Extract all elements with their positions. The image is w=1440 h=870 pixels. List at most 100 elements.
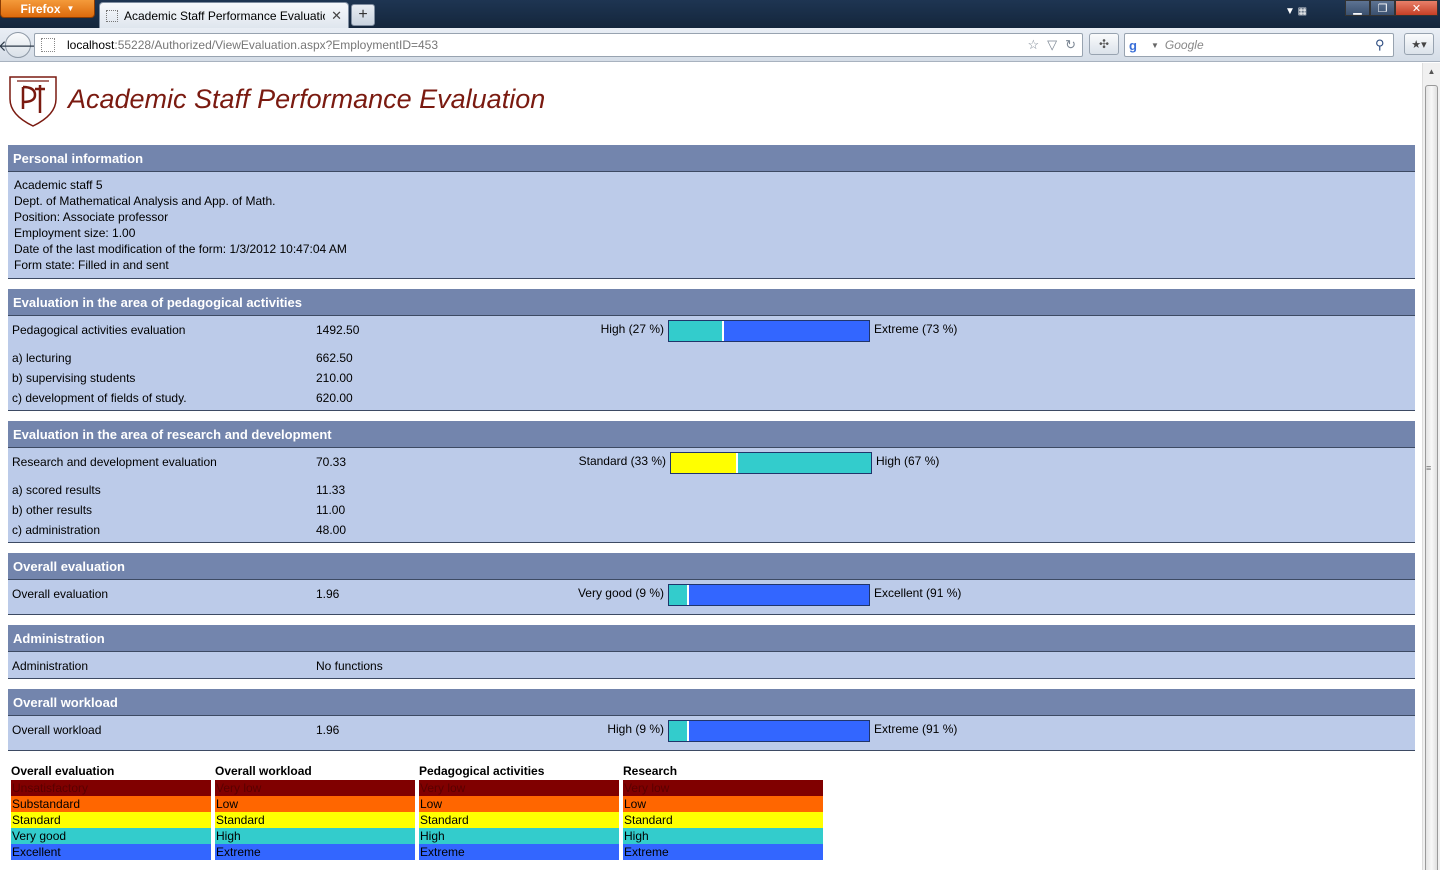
sub-row: a) scored results 11.33: [8, 480, 1415, 500]
legend-item: Unsatisfactory: [11, 780, 211, 796]
legend-item: Excellent: [11, 844, 211, 860]
url-text: localhost:55228/Authorized/ViewEvaluatio…: [67, 38, 438, 52]
firefox-menu-button[interactable]: Firefox ▼: [0, 0, 95, 18]
workload-distribution-bar: [668, 720, 870, 742]
tab-title: Academic Staff Performance Evaluation ..…: [124, 8, 325, 23]
google-engine-icon[interactable]: g: [1129, 38, 1151, 53]
sub-row: b) other results 11.00: [8, 500, 1415, 520]
section-header: Personal information: [8, 145, 1415, 172]
department: Dept. of Mathematical Analysis and App. …: [14, 194, 276, 208]
bookmarks-icon: ★▾: [1411, 38, 1427, 51]
close-window-button[interactable]: ✕: [1395, 0, 1438, 16]
row-value: 210.00: [316, 371, 353, 385]
row-label: Administration: [12, 659, 89, 673]
bar-left-segment: [669, 721, 687, 741]
employment-size: Employment size: 1.00: [14, 226, 136, 240]
back-button[interactable]: 🡐: [0, 32, 38, 58]
bookmark-star-icon[interactable]: ☆: [1027, 37, 1039, 53]
section-header: Overall workload: [8, 689, 1415, 716]
reload-icon[interactable]: ↻: [1065, 37, 1076, 53]
last-modification: Date of the last modification of the for…: [14, 242, 347, 256]
row-value: No functions: [316, 659, 383, 673]
bar-left-label: Very good (9 %): [577, 586, 664, 600]
legend-item: Very good: [11, 828, 211, 844]
row-value: 1492.50: [316, 323, 360, 337]
row-value: 1.96: [316, 723, 340, 737]
bar-right-segment: [724, 321, 869, 341]
bar-left-segment: [671, 453, 736, 473]
row-value: 11.33: [316, 483, 346, 497]
new-tab-button[interactable]: +: [351, 4, 375, 26]
legend-title: Pedagogical activities: [419, 764, 545, 778]
personal-info-body: Academic staff 5 Dept. of Mathematical A…: [8, 172, 1415, 273]
row-label: Overall evaluation: [12, 587, 109, 601]
position: Position: Associate professor: [14, 210, 169, 224]
bar-right-label: Extreme (91 %): [874, 722, 958, 736]
addon-button[interactable]: ✣: [1089, 33, 1119, 55]
legend-title: Research: [623, 764, 678, 778]
overall-evaluation-section: Overall evaluation Overall evaluation 1.…: [8, 553, 1415, 615]
legend-item: Very low: [623, 780, 823, 796]
section-header: Evaluation in the area of research and d…: [8, 421, 1415, 448]
staff-name: Academic staff 5: [14, 178, 103, 192]
legend-research: Research Very low Low Standard High Extr…: [623, 764, 823, 860]
administration-row: Administration No functions: [8, 656, 1415, 676]
close-tab-icon[interactable]: ✕: [331, 8, 342, 24]
row-label: c) development of fields of study.: [12, 391, 187, 405]
university-logo: [9, 76, 57, 127]
addon-icon: ✣: [1098, 37, 1110, 51]
minimize-window-button[interactable]: ▁: [1345, 0, 1370, 16]
back-arrow-icon: 🡐: [0, 37, 39, 55]
search-input[interactable]: Google: [1165, 38, 1375, 52]
browser-tab[interactable]: Academic Staff Performance Evaluation ..…: [99, 2, 349, 28]
url-path: :55228/Authorized/ViewEvaluation.aspx?Em…: [114, 38, 439, 52]
url-bar[interactable]: localhost:55228/Authorized/ViewEvaluatio…: [34, 33, 1083, 57]
scrollbar-grip-icon: ≡: [1426, 463, 1432, 473]
bar-right-segment: [738, 453, 871, 473]
legend-item: Substandard: [11, 796, 211, 812]
legend-pedagogical-activities: Pedagogical activities Very low Low Stan…: [419, 764, 619, 860]
list-all-tabs-icon[interactable]: ▼ ▦: [1285, 6, 1307, 17]
vertical-scrollbar[interactable]: ▲ ≡: [1422, 63, 1440, 870]
bar-left-label: High (27 %): [600, 322, 664, 336]
row-value: 48.00: [316, 523, 347, 537]
overall-workload-section: Overall workload Overall workload 1.96 H…: [8, 689, 1415, 751]
research-distribution-bar: [670, 452, 872, 474]
legend-title: Overall evaluation: [11, 764, 115, 778]
row-value: 620.00: [316, 391, 353, 405]
sub-row: b) supervising students 210.00: [8, 368, 1415, 388]
workload-main-row: Overall workload 1.96 High (9 %) Extreme…: [8, 720, 1415, 742]
legend-item: Extreme: [419, 844, 619, 860]
sub-row: c) development of fields of study. 620.0…: [8, 388, 1415, 408]
bar-left-segment: [669, 585, 687, 605]
engine-dropdown-icon[interactable]: ▼: [1151, 41, 1159, 50]
row-label: Overall workload: [12, 723, 102, 737]
page-favicon-icon: [106, 9, 118, 22]
overall-distribution-bar: [668, 584, 870, 606]
maximize-window-button[interactable]: ❐: [1370, 0, 1395, 16]
search-bar[interactable]: g ▼ Google ⚲: [1124, 33, 1394, 57]
section-header: Evaluation in the area of pedagogical ac…: [8, 289, 1415, 316]
page-title: Academic Staff Performance Evaluation: [68, 84, 546, 114]
section-header: Overall evaluation: [8, 553, 1415, 580]
legend-overall-evaluation: Overall evaluation Unsatisfactory Substa…: [11, 764, 211, 860]
legend-overall-workload: Overall workload Very low Low Standard H…: [215, 764, 415, 860]
bookmarks-menu-button[interactable]: ★▾: [1404, 33, 1434, 55]
search-magnifier-icon[interactable]: ⚲: [1375, 37, 1393, 53]
legend-item: Extreme: [623, 844, 823, 860]
site-identity-icon[interactable]: [41, 38, 55, 52]
legend-item: Extreme: [215, 844, 415, 860]
history-dropdown-icon[interactable]: ▽: [1047, 37, 1057, 53]
legend-item: Very low: [419, 780, 619, 796]
sub-row: c) administration 48.00: [8, 520, 1415, 540]
pedagogical-section: Evaluation in the area of pedagogical ac…: [8, 289, 1415, 411]
legend-item: High: [419, 828, 619, 844]
legend-title: Overall workload: [215, 764, 312, 778]
legend-item: Very low: [215, 780, 415, 796]
url-host: localhost: [67, 38, 115, 52]
bar-right-label: Excellent (91 %): [874, 586, 962, 600]
scroll-up-arrow-icon[interactable]: ▲: [1423, 63, 1440, 80]
scrollbar-thumb[interactable]: [1425, 85, 1438, 870]
row-label: Research and development evaluation: [12, 455, 217, 469]
page-content: Academic Staff Performance Evaluation Pe…: [0, 63, 1422, 870]
